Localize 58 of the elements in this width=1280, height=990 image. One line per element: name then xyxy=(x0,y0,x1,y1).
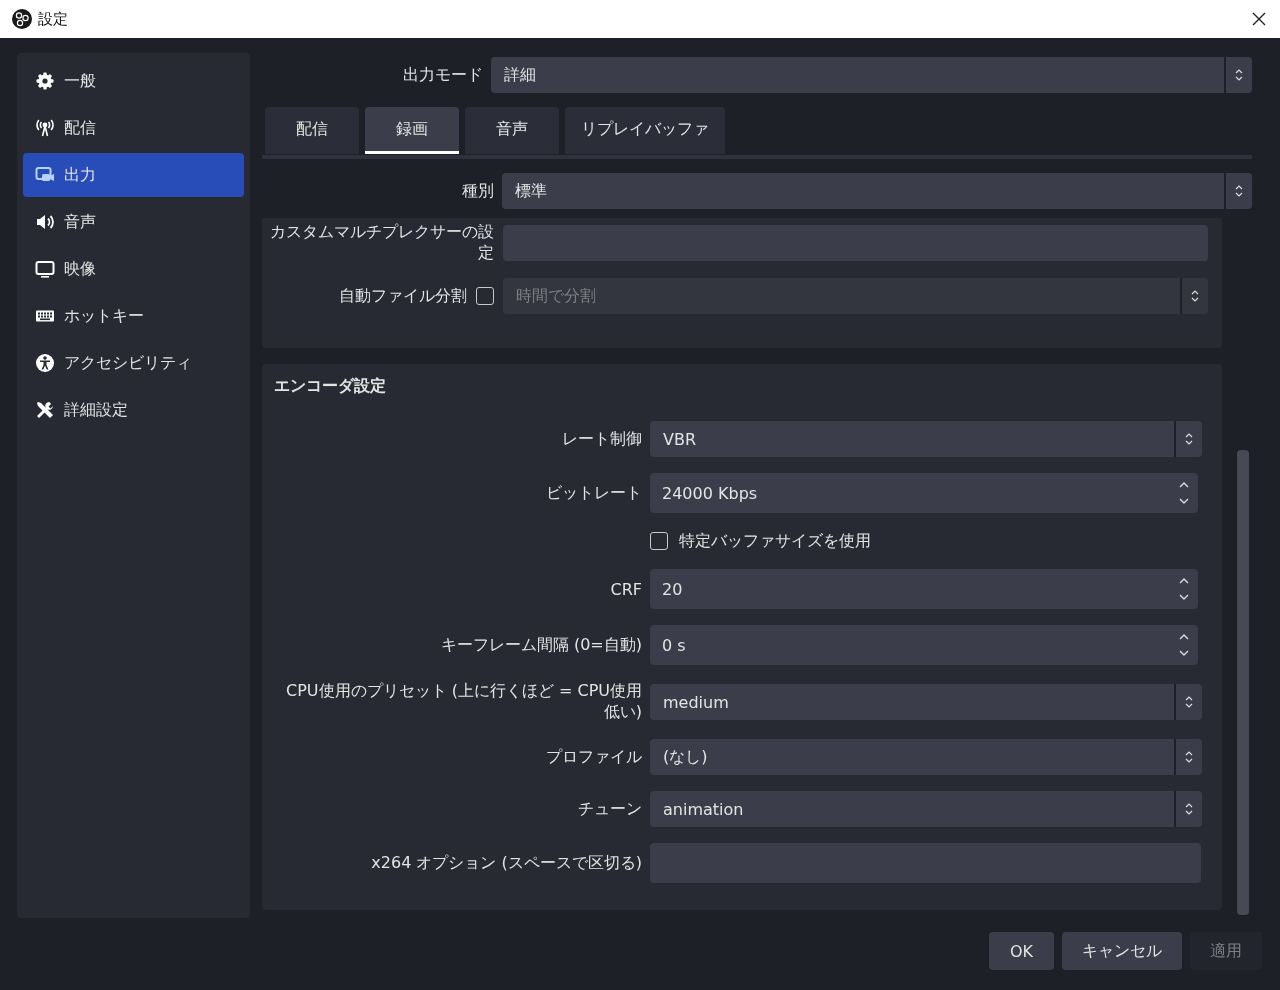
field-label: CPU使用のプリセット (上に行くほど = CPU使用低い) xyxy=(286,681,642,721)
sidebar-item[interactable]: 一般 xyxy=(23,59,244,103)
sidebar-item[interactable]: アクセシビリティ xyxy=(23,341,244,385)
dialog-button[interactable]: OK xyxy=(989,932,1054,970)
tab[interactable]: リプレイバッファ xyxy=(565,107,725,154)
dialog-button[interactable]: キャンセル xyxy=(1062,932,1182,970)
accessibility-icon xyxy=(35,353,55,373)
updown-icon xyxy=(1184,431,1194,447)
speaker-icon xyxy=(35,212,55,232)
spin-box[interactable]: 20 xyxy=(650,569,1198,609)
group-title: エンコーダ設定 xyxy=(274,376,387,397)
field-label: チューン xyxy=(578,798,642,818)
dropdown[interactable]: animation xyxy=(650,791,1202,827)
sidebar-item[interactable]: 音声 xyxy=(23,200,244,244)
updown-icon xyxy=(1184,749,1194,765)
antenna-icon xyxy=(35,118,55,138)
sidebar-item[interactable]: 詳細設定 xyxy=(23,388,244,432)
tools-icon xyxy=(35,400,55,420)
dropdown[interactable]: 詳細 xyxy=(491,57,1252,93)
dropdown[interactable]: VBR xyxy=(650,421,1202,457)
spin-arrows-icon xyxy=(1178,632,1190,658)
sidebar-item[interactable]: 出力 xyxy=(23,153,244,197)
sidebar-item[interactable]: ホットキー xyxy=(23,294,244,338)
checkbox[interactable] xyxy=(650,532,668,550)
updown-icon xyxy=(1184,801,1194,817)
field-label: x264 オプション (スペースで区切る) xyxy=(371,852,642,872)
field-label: 自動ファイル分割 xyxy=(339,285,467,307)
tab[interactable]: 音声 xyxy=(465,107,559,154)
sidebar-item[interactable]: 配信 xyxy=(23,106,244,150)
dropdown[interactable]: (なし) xyxy=(650,739,1202,775)
gear-icon xyxy=(35,71,55,91)
field-label: プロファイル xyxy=(546,746,642,766)
monitor-icon xyxy=(35,259,55,279)
spin-box[interactable]: 24000 Kbps xyxy=(650,473,1198,513)
field-label: CRF xyxy=(610,579,642,599)
updown-icon xyxy=(1190,288,1200,304)
updown-icon xyxy=(1234,67,1244,83)
spin-arrows-icon xyxy=(1178,576,1190,602)
spin-arrows-icon xyxy=(1178,480,1190,506)
updown-icon xyxy=(1184,694,1194,710)
scrollbar-thumb[interactable] xyxy=(1237,450,1249,915)
checkbox-label: 特定バッファサイズを使用 xyxy=(679,530,871,552)
field-label: カスタムマルチプレクサーの設定 xyxy=(269,222,494,264)
window-title: 設定 xyxy=(38,9,69,29)
sidebar-item[interactable]: 映像 xyxy=(23,247,244,291)
spin-box[interactable]: 0 s xyxy=(650,625,1198,665)
tab[interactable]: 録画 xyxy=(365,107,459,154)
tab[interactable]: 配信 xyxy=(265,107,359,154)
field-label: 種別 xyxy=(461,180,494,202)
dropdown[interactable]: 標準 xyxy=(502,173,1252,209)
close-icon[interactable] xyxy=(1252,12,1266,26)
field-label: キーフレーム間隔 (0=自動) xyxy=(440,634,642,654)
field-label: レート制御 xyxy=(562,428,642,448)
field-label: ビットレート xyxy=(546,482,642,502)
field-label: 出力モード xyxy=(402,64,483,86)
updown-icon xyxy=(1234,183,1244,199)
app-logo-icon xyxy=(12,9,32,29)
dropdown[interactable]: medium xyxy=(650,684,1202,720)
